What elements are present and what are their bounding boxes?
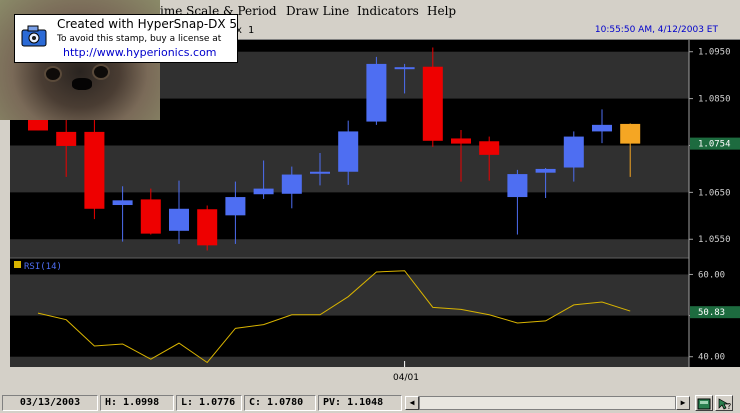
- candle-body: [451, 138, 471, 144]
- status-high: H: 1.0998: [100, 395, 174, 411]
- scroll-right-button[interactable]: ▶: [676, 396, 690, 410]
- menu-indicators[interactable]: Indicators: [357, 4, 419, 18]
- horizontal-scrollbar[interactable]: [419, 396, 676, 410]
- pug-left-eye: [44, 66, 62, 82]
- rsi-panel-background: [10, 257, 689, 367]
- candle-body: [169, 208, 189, 231]
- candle-body: [422, 66, 443, 141]
- chart-window-icon: [697, 398, 711, 410]
- stamp-notice-box: Created with HyperSnap-DX 5 To avoid thi…: [14, 14, 238, 63]
- candle-body: [563, 136, 584, 168]
- candle-body: [225, 197, 246, 216]
- toolbar-help-button[interactable]: ?: [715, 395, 733, 411]
- x-axis-date-label: 04/01: [393, 373, 419, 383]
- stamp-title: Created with HyperSnap-DX 5: [57, 17, 238, 31]
- status-date: 03/13/2003: [2, 395, 98, 411]
- candle-body: [366, 63, 387, 122]
- candle-body: [592, 124, 612, 132]
- price-tick-label: 1.0950: [698, 48, 731, 58]
- scroll-left-button[interactable]: ◀: [405, 396, 419, 410]
- candle-body: [620, 123, 641, 144]
- rsi-legend-label: RSI(14): [24, 262, 62, 272]
- candle-body: [84, 131, 105, 209]
- price-tick-label: 1.0850: [698, 95, 731, 105]
- menu-draw-line[interactable]: Draw Line: [286, 4, 349, 18]
- rsi-last-label: 50.83: [698, 308, 725, 318]
- candle-body: [535, 168, 556, 173]
- candle-body: [140, 199, 161, 234]
- status-close: C: 1.0780: [244, 395, 316, 411]
- candle-body: [479, 141, 500, 155]
- chart-tool-button[interactable]: [695, 395, 713, 411]
- rsi-band: [10, 356, 689, 367]
- svg-text:?: ?: [727, 402, 731, 411]
- price-tick-label: 1.0550: [698, 235, 731, 245]
- candle-body: [56, 131, 77, 146]
- candle-body: [507, 174, 528, 198]
- pug-nose: [72, 78, 92, 90]
- rsi-tick-label: 60.00: [698, 270, 725, 280]
- hypersnap-stamp: Created with HyperSnap-DX 5 To avoid thi…: [0, 0, 238, 120]
- pug-right-eye: [92, 64, 110, 80]
- timestamp: 10:55:50 AM, 4/12/2003 ET: [594, 25, 718, 35]
- price-tick-label: 1.0650: [698, 188, 731, 198]
- rsi-legend-swatch: [14, 261, 21, 268]
- status-pv: PV: 1.1048: [318, 395, 402, 411]
- menu-help[interactable]: Help: [427, 4, 456, 18]
- chart-tab-label[interactable]: x 1: [236, 25, 254, 36]
- candle-body: [310, 171, 330, 174]
- price-band: [10, 239, 689, 258]
- help-arrow-icon: ?: [718, 398, 731, 411]
- candle-body: [394, 67, 415, 70]
- status-low: L: 1.0776: [176, 395, 242, 411]
- x-axis-strip: [0, 367, 740, 393]
- candle-body: [338, 131, 359, 172]
- candle-body: [253, 188, 274, 195]
- stamp-license-text: To avoid this stamp, buy a license at: [57, 34, 222, 44]
- rsi-tick-label: 40.00: [698, 353, 725, 363]
- status-bar: 03/13/2003 H: 1.0998 L: 1.0776 C: 1.0780…: [0, 393, 740, 413]
- camera-icon: [21, 25, 47, 47]
- candle-body: [281, 174, 302, 194]
- stamp-url[interactable]: http://www.hyperionics.com: [63, 46, 217, 59]
- candle-body: [197, 209, 218, 246]
- candle-body: [112, 200, 133, 206]
- price-last-label: 1.0754: [698, 140, 731, 150]
